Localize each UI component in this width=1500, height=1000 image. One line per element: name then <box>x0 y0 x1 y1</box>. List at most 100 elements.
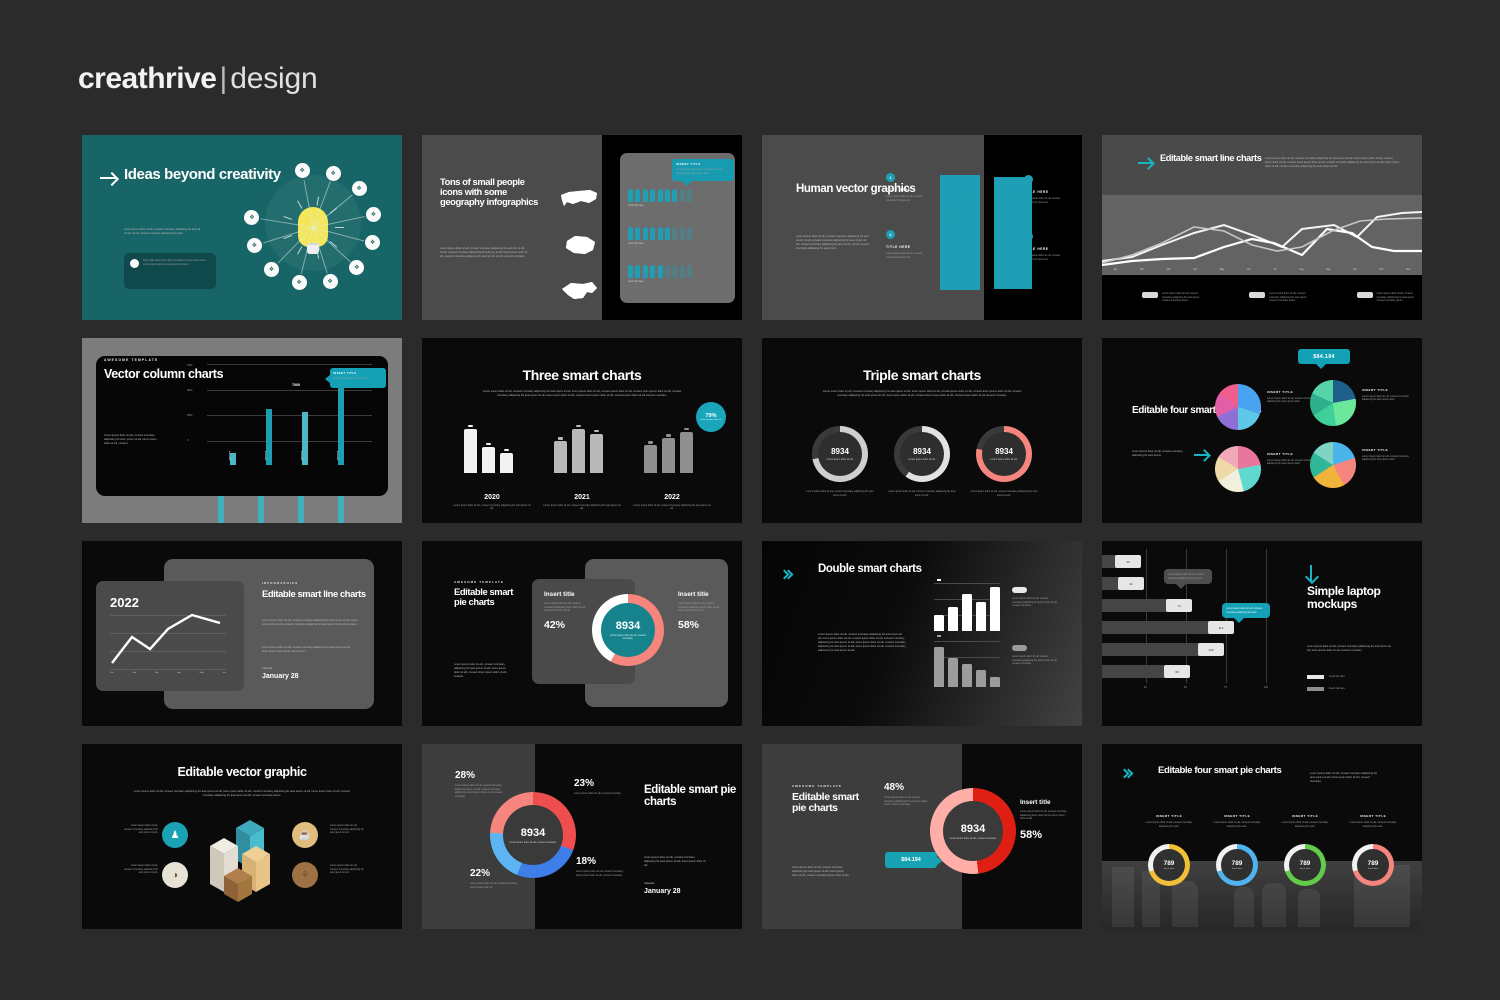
x-tick: Mar <box>1166 268 1171 271</box>
pie-title: INSERT TITLE <box>1362 448 1389 452</box>
legend-body: Lorem ipsum dolor sit elit, consect mono… <box>1269 292 1307 303</box>
double-chevron-right-icon <box>1119 768 1134 779</box>
slide-editable-vector-graphic[interactable]: Editable vector graphic Lorem ipsum dolo… <box>82 744 402 929</box>
slide-four-pie-charts-a[interactable]: Editable four smart pie charts Lorem ips… <box>1102 338 1422 523</box>
slide-title: Double smart charts <box>818 563 922 575</box>
node-icon: ❖ <box>291 275 307 291</box>
brand-suffix: design <box>230 62 318 95</box>
palette-icon: ◑ <box>162 862 188 888</box>
donut-ring: 8934 Lorem ipsum dolor sit elit. <box>894 426 950 482</box>
item-body: Lorem ipsum dolor sit elit, consect mono… <box>124 824 158 835</box>
bar-cap <box>468 424 473 428</box>
people-row-label: Insert title here <box>628 242 644 245</box>
slide-ideas-beyond-creativity[interactable]: Ideas beyond creativity Lorem ipsum dolo… <box>82 135 402 320</box>
person-icon <box>664 189 670 202</box>
trophy-icon: ⚘ <box>292 862 318 888</box>
right-stat: Insert title Lorem ipsum dolor sit elit,… <box>1020 799 1070 841</box>
tooltip-body: Lorem ipsum dolor sit elit, consect mono… <box>1226 607 1263 614</box>
ring-center: 789 Insert here <box>1221 849 1253 881</box>
ring-center: 789 Insert here <box>1153 849 1185 881</box>
item-body: Lorem ipsum dolor sit elit, consect mono… <box>330 824 364 835</box>
legend-body: Lorem ipsum dolor sit elit, consect mono… <box>1012 655 1058 666</box>
x-tick: Aug <box>1299 268 1304 271</box>
slide-triple-smart-charts[interactable]: Triple smart charts Lorem ipsum dolor si… <box>762 338 1082 523</box>
person-icon <box>628 227 633 240</box>
legend-swatch <box>1307 675 1324 679</box>
x-tick: Jun <box>1246 268 1251 271</box>
ring-value: 8934 <box>913 447 931 456</box>
slide-body: Lorem ipsum dolor sit elit, consect mono… <box>1132 450 1183 458</box>
slide-pie-charts-c[interactable]: AWESOME TEMPLATE Editable smart pie char… <box>762 744 1082 929</box>
bar-group-label: 2020 Lorem ipsum dolor sit elit, consect … <box>452 494 532 511</box>
light-ray <box>335 227 344 228</box>
person-icon <box>657 227 663 240</box>
column-label: Insert title <box>264 451 266 461</box>
x-tick: Jan <box>110 672 114 674</box>
bar <box>934 635 944 687</box>
h-bar-value: 74 <box>1166 599 1192 612</box>
people-row-label: Insert title here <box>628 204 644 207</box>
slide-double-smart-charts[interactable]: Double smart charts Lorem ipsum dolor si… <box>762 541 1082 726</box>
slide-four-pie-charts-b[interactable]: Editable four smart pie charts Lorem ips… <box>1102 744 1422 929</box>
slide-line-charts-card[interactable]: 2022 Jan Feb Mar Apr May Jun INFOGRAPHICS Edi… <box>82 541 402 726</box>
title-item: 2 TITLE HERE Lorem ipsum dolor sit elit, c… <box>886 230 926 259</box>
usa-map-icon <box>561 190 597 206</box>
male-silhouette <box>940 175 980 290</box>
x-tick: Dec <box>1406 268 1411 271</box>
slide-pie-charts-a[interactable]: AWESOME TEMPLATE Editable smart pie char… <box>422 541 742 726</box>
ring-body: Lorem ipsum dolor sit elit, consect mono… <box>1145 821 1193 828</box>
y-tick: 0 <box>187 439 189 442</box>
slide-simple-laptop-mockups[interactable]: 30 32 74 112 100 68 25 50 75 100 Lorem ipsum dol… <box>1102 541 1422 726</box>
pie-label: INSERT TITLE Lorem ipsum dolor sit elit, … <box>1362 448 1414 462</box>
slide-pie-charts-b[interactable]: 8934 Lorem ipsum dolor sit elit, consect… <box>422 744 742 929</box>
slide-body: Lorem ipsum dolor sit elit, consect mono… <box>440 247 528 259</box>
segment-percent: 22% <box>470 868 491 879</box>
bar <box>482 442 495 473</box>
slide-eyebrow: AWESOME TEMPLATE <box>104 358 159 362</box>
person-icon <box>657 189 663 202</box>
title-item: 1 TITLE HERE Lorem ipsum dolor sit elit, c… <box>886 173 926 202</box>
brand-name: creathrive <box>78 62 217 95</box>
group-body: Lorem ipsum dolor sit elit, consect mono… <box>633 503 711 511</box>
ring-caption: Lorem ipsum dolor sit elit, consect mono… <box>806 490 874 497</box>
slide-people-icons-geography[interactable]: Tons of small people icons with some geo… <box>422 135 742 320</box>
stat-percent: 48% <box>884 782 905 793</box>
slide-vector-column-charts[interactable]: AWESOME TEMPLATE Vector column charts Lo… <box>82 338 402 523</box>
donut-chart: 8934 Lorem ipsum dolor sit elit, consect… <box>930 788 1016 874</box>
y-tick: 7500 <box>187 364 193 367</box>
bar-cap <box>576 424 581 428</box>
person-icon <box>657 265 663 278</box>
slide-body: Lorem ipsum dolor sit elit, consect mono… <box>644 856 706 868</box>
person-icon <box>679 189 685 202</box>
ring-sub: Insert here <box>1163 868 1175 870</box>
coffee-icon: ☕ <box>292 822 318 848</box>
slide-body: Lorem ipsum dolor sit elit, consect mono… <box>1310 772 1378 784</box>
ring-column: INSERT TITLE Lorem ipsum dolor sit elit, … <box>1276 814 1334 828</box>
right-stat: Insert title Lorem ipsum dolor sit elit,… <box>678 591 720 631</box>
ring-value: 8934 <box>831 447 849 456</box>
slide-body: Lorem ipsum dolor sit elit, consect mono… <box>124 228 201 236</box>
people-row <box>628 265 693 278</box>
donut-value: 8934 <box>960 822 986 835</box>
segment-percent: 28% <box>455 770 476 781</box>
bar-group <box>464 424 519 473</box>
slide-body: Lorem ipsum dolor sit elit, consect mono… <box>792 866 850 878</box>
person-icon <box>642 227 648 240</box>
brand-separator: | <box>219 62 228 95</box>
slide-three-smart-charts[interactable]: Three smart charts Lorem ipsum dolor sit… <box>422 338 742 523</box>
slide-human-vector-graphics[interactable]: Human vector graphics Lorem ipsum dolor … <box>762 135 1082 320</box>
item-number: 1 <box>886 173 895 182</box>
bar <box>937 635 986 687</box>
segment-percent: 23% <box>574 778 595 789</box>
node-icon: ❖ <box>246 238 262 254</box>
ring-center: 8934 Lorem ipsum dolor sit elit. <box>982 432 1026 476</box>
bar-group <box>644 427 699 473</box>
segment-body: Lorem ipsum dolor sit elit, consect mono… <box>574 792 622 795</box>
left-stat: Insert title Lorem ipsum dolor sit elit,… <box>544 591 586 631</box>
y-tick: 5000 <box>187 389 193 392</box>
slide-editable-smart-line-charts[interactable]: Editable smart line charts Lorem ipsum d… <box>1102 135 1422 320</box>
bar <box>554 437 567 473</box>
value-bubble: $84.194 <box>885 852 942 868</box>
donut-chart: 8934 Lorem ipsum dolor sit elit, consect… <box>592 594 664 666</box>
ring-sub: Insert here <box>1231 868 1243 870</box>
